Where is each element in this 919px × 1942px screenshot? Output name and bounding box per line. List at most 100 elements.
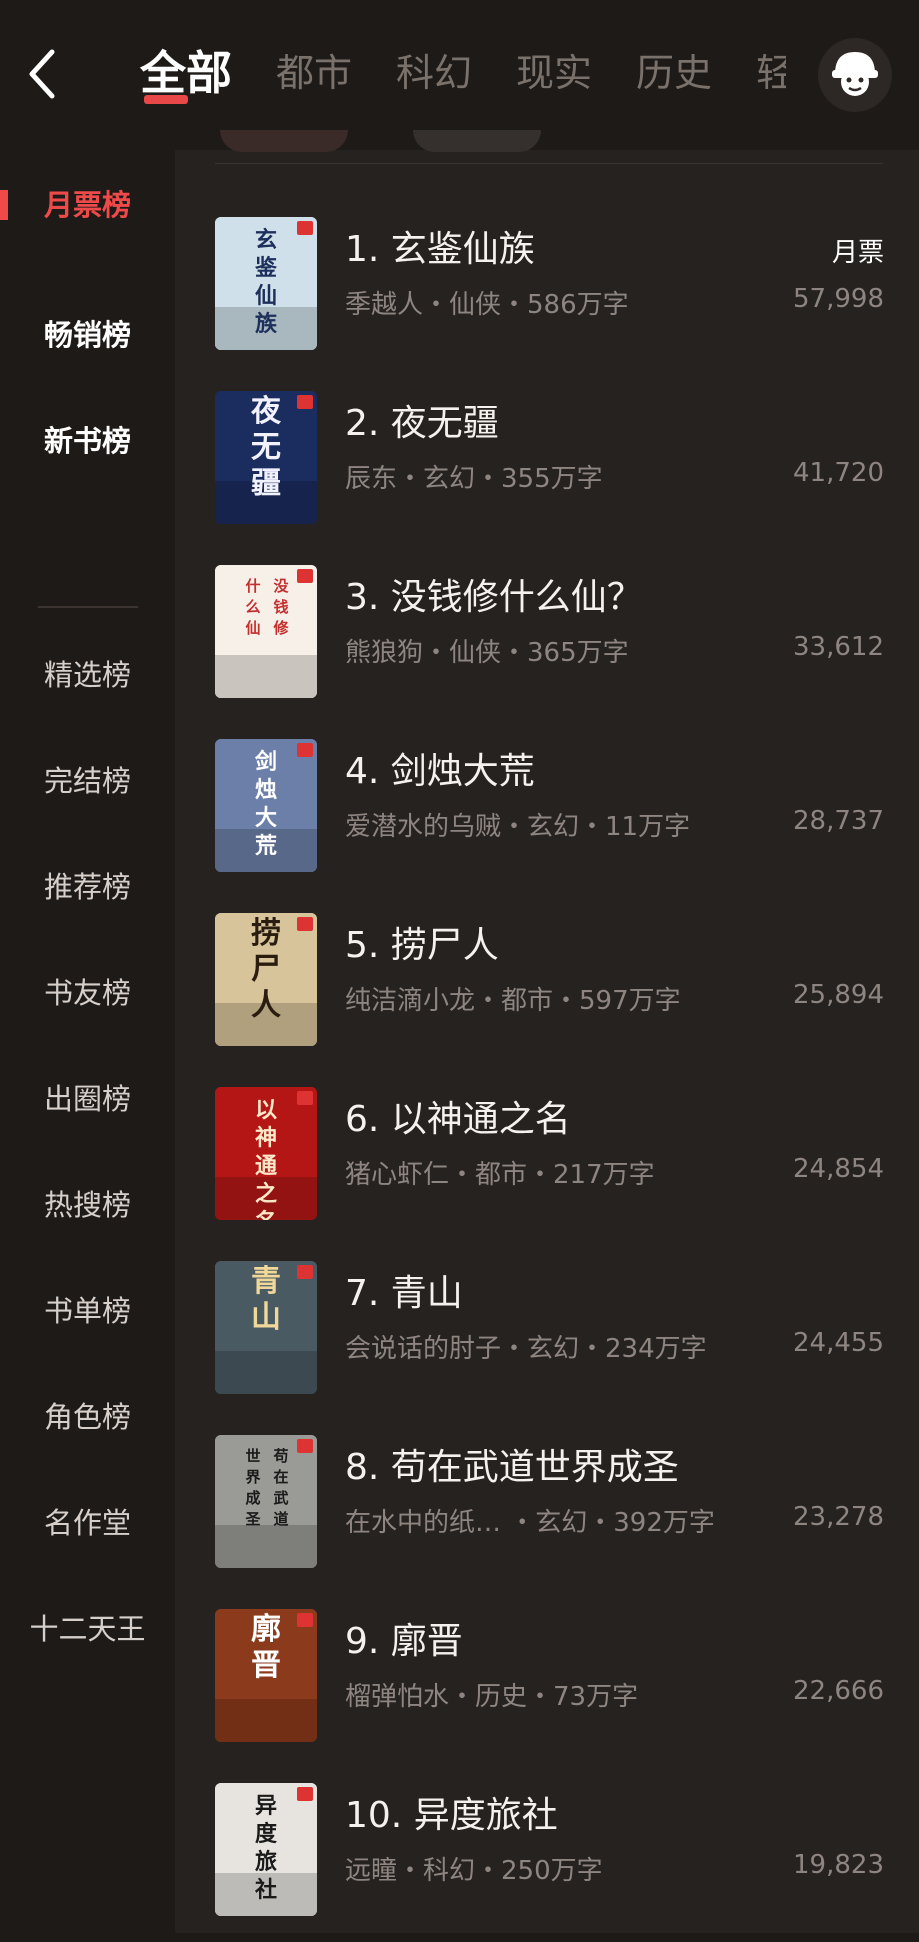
book-row[interactable]: 廓晋 9. 廓晋榴弹怕水・历史・73万字 22,666 [175,1594,919,1768]
svg-text:鉴: 鉴 [254,255,278,281]
user-avatar-icon [819,39,891,111]
monthly-ticket-count: 57,998 [793,284,884,314]
sidebar-item-completed[interactable]: 完结榜 [0,726,175,832]
svg-text:什: 什 [245,577,260,595]
book-cover-art: 剑烛大荒 [215,739,317,872]
back-arrow-icon[interactable] [22,44,62,104]
sidebar-item-recommended[interactable]: 推荐榜 [0,832,175,938]
svg-text:旅: 旅 [255,1849,277,1875]
book-row[interactable]: 玄鉴仙族 1. 玄鉴仙族 季越人・仙侠・586万字 57,998 [175,202,919,376]
svg-text:在: 在 [273,1468,288,1486]
tab-history[interactable]: 历史 [636,40,712,110]
category-tabs: 全部 都市 科幻 现实 历史 轻 [140,40,786,110]
svg-text:仙: 仙 [245,619,260,637]
book-cover[interactable]: 玄鉴仙族 [215,217,317,350]
book-cover-art: 异度旅社 [215,1783,317,1916]
svg-text:武: 武 [273,1489,288,1507]
sidebar-item-new-books[interactable]: 新书榜 [0,386,175,492]
sidebar-item-reader-friends[interactable]: 书友榜 [0,938,175,1044]
filter-pill[interactable] [220,130,348,152]
svg-text:捞: 捞 [251,916,281,951]
svg-text:苟: 苟 [272,1447,288,1465]
sidebar-item-bestseller[interactable]: 畅销榜 [0,280,175,386]
tab-scifi[interactable]: 科幻 [396,40,472,110]
tab-all[interactable]: 全部 [140,40,232,110]
svg-text:名: 名 [255,1209,277,1220]
svg-text:么: 么 [245,598,260,616]
svg-text:通: 通 [255,1153,277,1179]
book-title[interactable]: 7. 青山 [345,1264,463,1316]
svg-text:异: 异 [255,1793,277,1819]
book-cover[interactable]: 青山 [215,1261,317,1394]
book-cover[interactable]: 以神通之名 [215,1087,317,1220]
monthly-ticket-count: 28,737 [793,806,884,836]
sidebar-item-hall-of-fame[interactable]: 名作堂 [0,1468,175,1574]
book-cover[interactable]: 苟在武道 世界成圣 [215,1435,317,1568]
book-row[interactable]: 夜无疆 2. 夜无疆 辰东・玄幻・355万字 41,720 [175,376,919,550]
book-row[interactable]: 青山 7. 青山 会说话的肘子・玄幻・234万字 24,455 [175,1246,919,1420]
book-row[interactable]: 以神通之名 6. 以神通之名猪心虾仁・都市・217万字 24,854 [175,1072,919,1246]
book-meta: 熊狼狗・仙侠・365万字 [345,638,629,668]
sidebar-item-twelve-kings[interactable]: 十二天王 [0,1574,175,1680]
svg-text:没: 没 [273,577,289,595]
svg-text:夜: 夜 [250,394,282,429]
sidebar-item-hot-search[interactable]: 热搜榜 [0,1150,175,1256]
ranking-sidebar: 月票榜 畅销榜 新书榜 精选榜 完结榜 推荐榜 书友榜 出圈榜 热搜榜 书单榜 … [0,150,175,1933]
book-cover-art: 廓晋 [215,1609,317,1742]
svg-text:大: 大 [255,805,277,831]
book-cover[interactable]: 夜无疆 [215,391,317,524]
book-cover-art: 玄鉴仙族 [215,217,317,350]
book-meta: 榴弹怕水・历史・73万字 [345,1682,639,1712]
svg-text:之: 之 [255,1181,277,1207]
book-cover[interactable]: 捞尸人 [215,913,317,1046]
sidebar-item-selected[interactable]: 精选榜 [0,620,175,726]
sidebar-item-breakout[interactable]: 出圈榜 [0,1044,175,1150]
book-title[interactable]: 6. 以神通之名 [345,1090,571,1142]
book-row[interactable]: 苟在武道 世界成圣 8. 苟在武道世界成圣 在水中的纸… ・玄幻・392万字 23,27… [175,1420,919,1594]
book-title[interactable]: 2. 夜无疆 [345,394,499,446]
book-title[interactable]: 4. 剑烛大荒 [345,742,535,794]
book-cover[interactable]: 异度旅社 [215,1783,317,1916]
book-cover[interactable]: 没钱修 什么仙 [215,565,317,698]
monthly-ticket-count: 24,854 [793,1154,884,1184]
tab-urban[interactable]: 都市 [276,40,352,110]
filter-pill[interactable] [413,130,541,152]
book-meta: 远瞳・科幻・250万字 [345,1856,603,1886]
avatar[interactable] [818,38,892,112]
svg-text:族: 族 [255,311,278,337]
monthly-ticket-count: 41,720 [793,458,884,488]
book-title[interactable]: 10. 异度旅社 [345,1786,558,1838]
sidebar-divider [38,606,138,608]
tab-realism[interactable]: 现实 [516,40,592,110]
svg-text:成: 成 [245,1489,260,1507]
svg-text:人: 人 [251,988,281,1023]
book-row[interactable]: 没钱修 什么仙 3. 没钱修什么仙？ 熊狼狗・仙侠・365万字 33,612 [175,550,919,724]
tab-light[interactable]: 轻 [756,40,786,110]
svg-text:度: 度 [255,1821,278,1847]
book-title[interactable]: 8. 苟在武道世界成圣 [345,1438,679,1490]
monthly-ticket-count: 25,894 [793,980,884,1010]
monthly-ticket-count: 23,278 [793,1502,884,1532]
book-title[interactable]: 1. 玄鉴仙族 [345,220,535,272]
monthly-ticket-count: 22,666 [793,1676,884,1706]
book-meta: 猪心虾仁・都市・217万字 [345,1160,655,1190]
book-row[interactable]: 捞尸人 5. 捞尸人纯洁滴小龙・都市・597万字 25,894 [175,898,919,1072]
sidebar-item-characters[interactable]: 角色榜 [0,1362,175,1468]
svg-text:青: 青 [251,1264,281,1299]
svg-text:神: 神 [255,1125,277,1151]
book-cover[interactable]: 廓晋 [215,1609,317,1742]
svg-text:剑: 剑 [254,749,277,775]
ranking-list: 月票 玄鉴仙族 1. 玄鉴仙族 季越人・仙侠・586万字 57,998 夜无疆 2. 夜无… [175,130,919,1933]
book-cover-art: 青山 [215,1261,317,1394]
svg-text:修: 修 [272,619,289,637]
book-row[interactable]: 剑烛大荒 4. 剑烛大荒 爱潜水的乌贼・玄幻・11万字 28,737 [175,724,919,898]
book-row[interactable]: 异度旅社 10. 异度旅社 远瞳・科幻・250万字 19,823 [175,1768,919,1942]
book-title[interactable]: 9. 廓晋 [345,1612,463,1664]
book-title[interactable]: 5. 捞尸人 [345,916,499,968]
sidebar-item-booklist[interactable]: 书单榜 [0,1256,175,1362]
sidebar-item-monthly-ticket[interactable]: 月票榜 [0,150,175,256]
book-cover[interactable]: 剑烛大荒 [215,739,317,872]
book-title[interactable]: 3. 没钱修什么仙？ [345,568,643,620]
book-meta: 纯洁滴小龙・都市・597万字 [345,986,681,1016]
monthly-ticket-count: 33,612 [793,632,884,662]
